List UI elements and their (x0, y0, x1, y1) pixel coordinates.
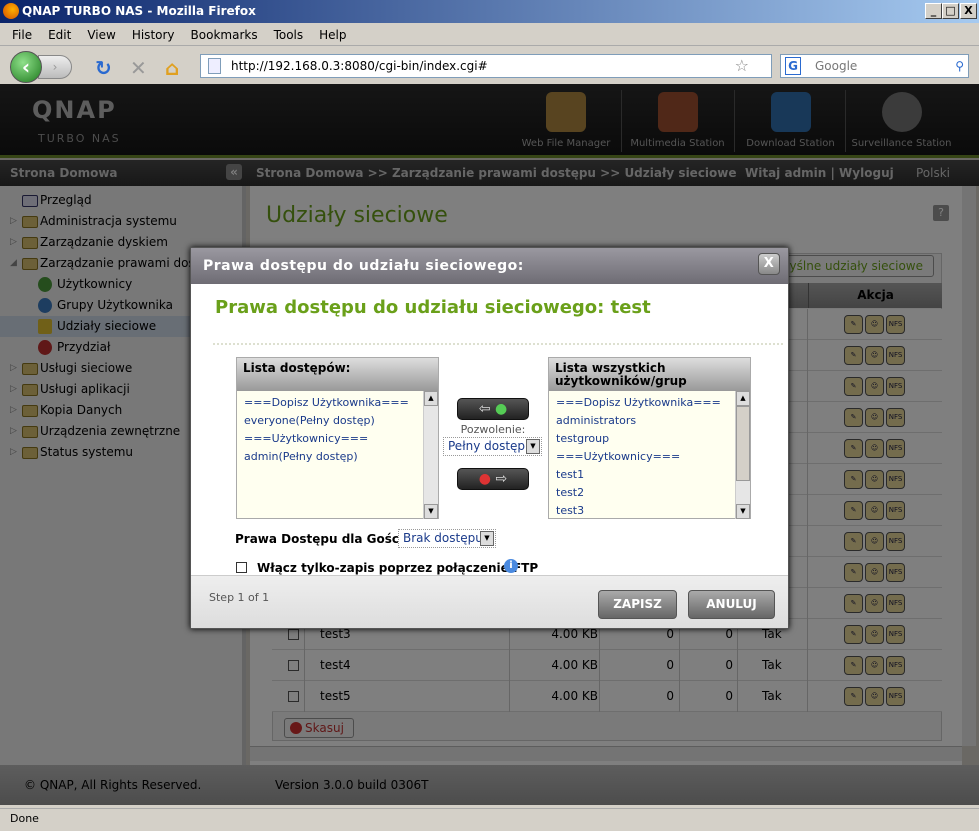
list-item[interactable]: test1 (549, 466, 750, 484)
firefox-icon (3, 3, 19, 19)
menu-view[interactable]: View (79, 24, 123, 45)
forward-button[interactable]: › (38, 55, 72, 79)
all-users-scrollbar[interactable]: ▲ ▼ (735, 391, 750, 519)
dropdown-arrow-icon: ▼ (480, 531, 494, 546)
page-icon (208, 58, 221, 74)
list-item[interactable]: ===Użytkownicy=== (237, 430, 438, 448)
permission-value: Pełny dostęp (448, 439, 526, 453)
all-users-list[interactable]: Lista wszystkich użytkowników/grup ===Do… (548, 357, 751, 519)
list-item[interactable]: ===Użytkownicy=== (549, 448, 750, 466)
list-item[interactable]: test2 (549, 484, 750, 502)
search-placeholder: Google (815, 59, 858, 73)
status-bar: Done (0, 808, 979, 831)
remove-permission-button[interactable]: ● ⇨ (457, 468, 529, 490)
divider (213, 343, 783, 345)
scroll-thumb[interactable] (736, 406, 750, 481)
reload-icon[interactable]: ↻ (95, 56, 112, 80)
window-title: QNAP TURBO NAS - Mozilla Firefox (22, 4, 256, 18)
access-list-scrollbar[interactable]: ▲ ▼ (423, 391, 438, 519)
dialog-title: Prawa dostępu do udziału sieciowego: tes… (215, 297, 651, 318)
home-icon[interactable]: ⌂ (165, 56, 179, 80)
dropdown-arrow-icon: ▼ (526, 439, 540, 454)
info-icon[interactable]: i (504, 559, 518, 573)
menu-tools[interactable]: Tools (266, 24, 312, 45)
bookmark-star-icon[interactable]: ☆ (735, 55, 749, 77)
menu-history[interactable]: History (124, 24, 183, 45)
search-input[interactable]: G Google ⚲ (780, 54, 969, 78)
dialog-header-title: Prawa dostępu do udziału sieciowego: (203, 258, 524, 274)
minus-icon: ● (478, 471, 492, 487)
menu-bookmarks[interactable]: Bookmarks (183, 24, 266, 45)
permission-select[interactable]: Pełny dostęp ▼ (443, 437, 542, 456)
ftp-write-only-checkbox[interactable] (236, 562, 247, 573)
dialog-header: Prawa dostępu do udziału sieciowego: X (191, 248, 788, 284)
menu-file[interactable]: File (4, 24, 40, 45)
save-button[interactable]: ZAPISZ (598, 590, 677, 619)
close-window-button[interactable]: X (960, 3, 977, 19)
search-icon[interactable]: ⚲ (955, 55, 964, 77)
all-users-list-header: Lista wszystkich użytkowników/grup (549, 358, 750, 391)
stop-icon[interactable]: ✕ (130, 56, 147, 80)
maximize-button[interactable]: □ (942, 3, 959, 19)
menu-edit[interactable]: Edit (40, 24, 79, 45)
access-list-header: Lista dostępów: (237, 358, 438, 391)
close-dialog-button[interactable]: X (758, 253, 780, 275)
url-input[interactable]: http://192.168.0.3:8080/cgi-bin/index.cg… (200, 54, 772, 78)
menu-help[interactable]: Help (311, 24, 354, 45)
menu-bar: File Edit View History Bookmarks Tools Help (0, 24, 979, 46)
add-permission-button[interactable]: ⇦ ● (457, 398, 529, 420)
dialog-footer: Step 1 of 1 ZAPISZ ANULUJ (191, 575, 788, 628)
list-item[interactable]: testgroup (549, 430, 750, 448)
list-item[interactable]: administrators (549, 412, 750, 430)
list-item[interactable]: everyone(Pełny dostęp) (237, 412, 438, 430)
list-item[interactable]: ===Dopisz Użytkownika=== (549, 394, 750, 412)
minimize-button[interactable]: _ (925, 3, 942, 19)
permission-label: Pozwolenie: (460, 423, 526, 436)
list-item[interactable]: ===Dopisz Użytkownika=== (237, 394, 438, 412)
plus-icon: ● (494, 401, 508, 417)
access-rights-dialog: Prawa dostępu do udziału sieciowego: X Pr… (190, 247, 789, 629)
access-list[interactable]: Lista dostępów: ===Dopisz Użytkownika===… (236, 357, 439, 519)
url-text: http://192.168.0.3:8080/cgi-bin/index.cg… (231, 59, 488, 73)
list-item[interactable]: admin(Pełny dostęp) (237, 448, 438, 466)
list-item[interactable]: test3 (549, 502, 750, 520)
back-button[interactable]: ‹ (10, 51, 42, 83)
google-icon: G (785, 57, 801, 75)
cancel-button[interactable]: ANULUJ (688, 590, 775, 619)
ftp-write-only-label: Włącz tylko-zapis poprzez połączenie FTP (257, 561, 539, 575)
guest-access-select[interactable]: Brak dostępu ▼ (398, 529, 496, 548)
guest-access-value: Brak dostępu (403, 531, 483, 545)
window-titlebar: QNAP TURBO NAS - Mozilla Firefox _ □ X (0, 0, 979, 23)
step-indicator: Step 1 of 1 (209, 591, 270, 604)
guest-access-label: Prawa Dostępu dla Gościa: (235, 532, 417, 546)
